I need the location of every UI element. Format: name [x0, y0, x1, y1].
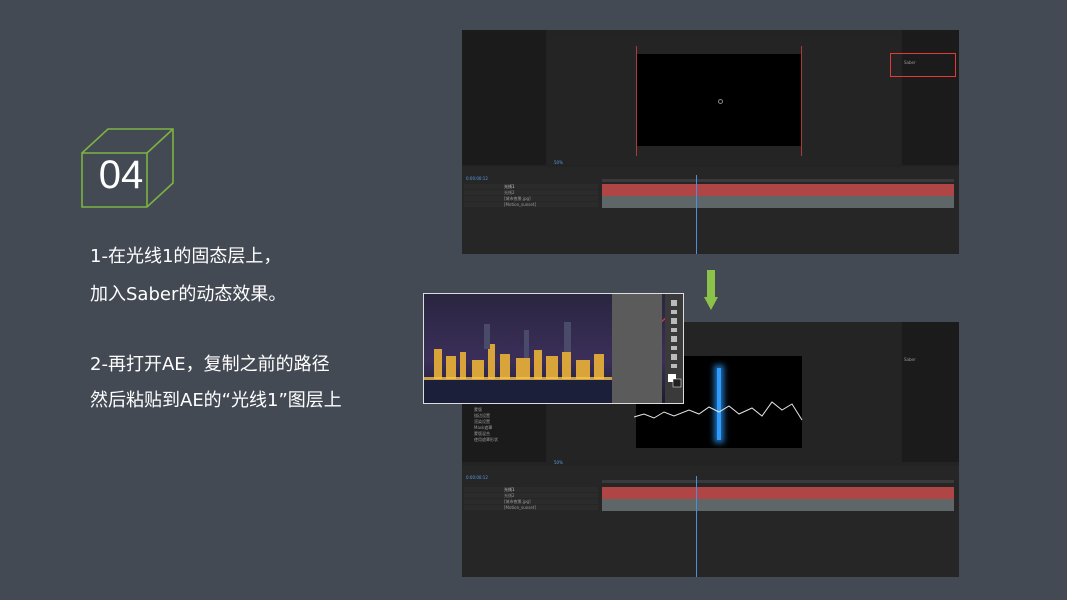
playhead[interactable] — [696, 476, 697, 577]
down-arrow-icon — [704, 270, 718, 310]
effect-label: Saber — [904, 357, 916, 362]
property-item[interactable]: 蒙版混合 — [474, 431, 490, 436]
property-item[interactable]: 描边设置 — [474, 413, 490, 418]
timeline-panel: 0:00:00:12 光线1 光线2 [城市夜景.jpg] [Motion_su… — [462, 167, 959, 254]
timecode: 0:00:00:12 — [466, 475, 488, 480]
timeline-panel: 0:00:00:12 光线1 光线2 [城市夜景.jpg] [Motion_su… — [462, 466, 959, 577]
layer-name[interactable]: 光线1 — [504, 487, 515, 492]
property-item[interactable]: Mask遮罩 — [474, 425, 492, 430]
description-line-2: 加入Saber的动态效果。 — [90, 284, 287, 305]
layer-name[interactable]: [Motion_sunset] — [504, 505, 536, 510]
description-line-4: 然后粘贴到AE的“光线1”图层上 — [90, 390, 342, 411]
toolbar-icons[interactable] — [665, 294, 684, 404]
layer-name[interactable]: [城市夜景.jpg] — [504, 196, 531, 201]
property-item[interactable]: 渲染设置 — [474, 419, 490, 424]
property-item[interactable]: 蒙版 — [474, 407, 482, 412]
layer-bar[interactable] — [602, 202, 954, 208]
description-line-3: 2-再打开AE，复制之前的路径 — [90, 354, 330, 375]
layer-name[interactable]: 光线2 — [504, 493, 515, 498]
step-number: 04 — [98, 153, 144, 197]
playhead[interactable] — [696, 175, 697, 254]
layer-name[interactable]: [城市夜景.jpg] — [504, 499, 531, 504]
effect-label: Saber — [904, 60, 916, 65]
layer-name[interactable]: 光线2 — [504, 190, 515, 195]
ae-screenshot-1: Saber 50% 0:00:00:12 光线1 光线2 [城市夜景.jpg] … — [462, 30, 959, 254]
photoshop-canvas-gray — [612, 294, 662, 403]
effect-highlight-box — [890, 53, 956, 77]
layer-name[interactable]: 光线1 — [504, 184, 515, 189]
timecode: 0:00:00:12 — [466, 176, 488, 181]
effects-panel: Saber — [902, 322, 959, 462]
project-panel — [462, 30, 546, 165]
effects-panel: Saber — [890, 30, 959, 165]
layer-name[interactable]: [Motion_sunset] — [504, 202, 536, 207]
zoom-readout: 50% — [554, 160, 563, 165]
zoom-readout: 50% — [554, 460, 563, 465]
property-item[interactable]: 使用遮罩形状 — [474, 437, 498, 442]
description-line-1: 1-在光线1的固态层上， — [90, 246, 282, 267]
composition-viewer — [548, 38, 900, 165]
city-night-photo — [423, 293, 684, 404]
toolbar — [665, 294, 684, 404]
layer-bar[interactable] — [602, 505, 954, 511]
